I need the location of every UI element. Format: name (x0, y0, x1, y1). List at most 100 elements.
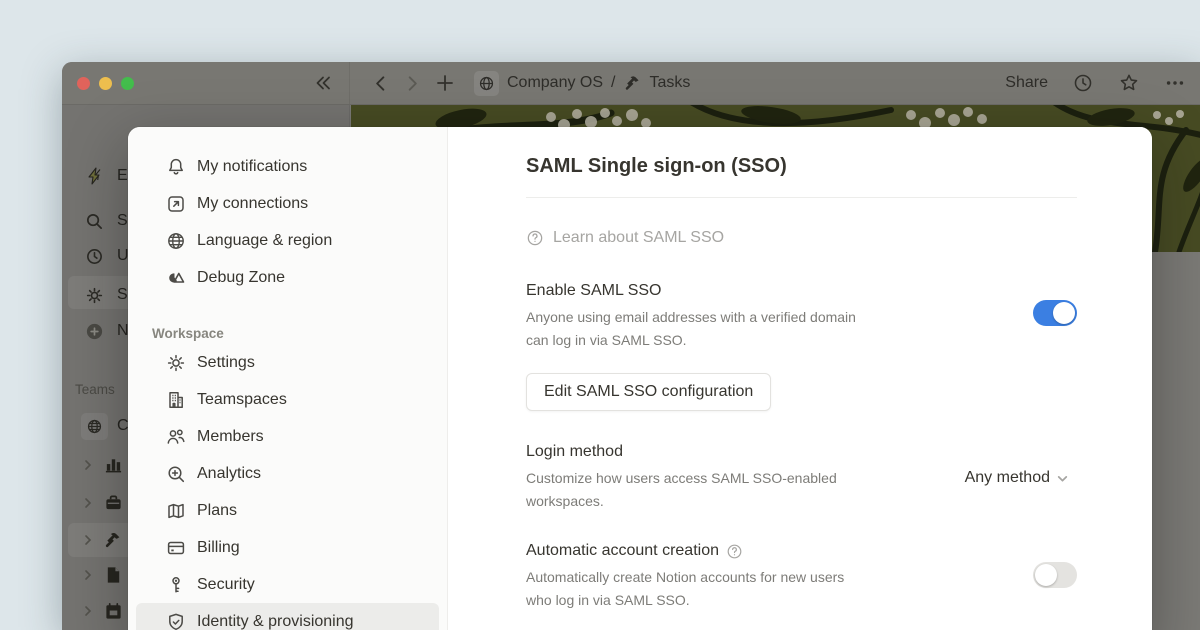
building-icon (166, 390, 186, 410)
nav-item-my-notifications[interactable]: My notifications (136, 148, 439, 185)
nav-item-analytics[interactable]: Analytics (136, 455, 439, 492)
back-icon[interactable] (371, 74, 390, 93)
titlebar: Company OS / Tasks Share (62, 62, 1200, 105)
shield-check-icon (166, 612, 186, 630)
settings-modal: My notifications My connections Language… (128, 127, 1152, 630)
chevron-right-icon[interactable] (82, 497, 94, 509)
help-circle-icon[interactable] (726, 543, 743, 560)
nav-item-language-region[interactable]: Language & region (136, 222, 439, 259)
history-clock-icon[interactable] (1072, 72, 1094, 94)
nav-item-label: Members (197, 428, 264, 446)
setting-label: Enable SAML SSO (526, 280, 871, 302)
chevron-down-icon (1056, 472, 1069, 485)
more-ellipsis-icon[interactable] (1164, 72, 1186, 94)
setting-label: Automatic account creation (526, 540, 871, 562)
globe-icon (81, 413, 108, 440)
minimize-window-button[interactable] (99, 77, 112, 90)
setting-enable-saml: Enable SAML SSO Anyone using email addre… (526, 280, 1077, 352)
close-window-button[interactable] (77, 77, 90, 90)
divider (526, 197, 1077, 198)
favorite-star-icon[interactable] (1118, 72, 1140, 94)
nav-item-label: Security (197, 576, 255, 594)
sidebar-collapse-icon[interactable] (313, 73, 333, 93)
nav-item-label: Plans (197, 502, 237, 520)
page-title: SAML Single sign-on (SSO) (526, 151, 1077, 181)
nav-item-my-connections[interactable]: My connections (136, 185, 439, 222)
nav-item-debug-zone[interactable]: Debug Zone (136, 259, 439, 296)
arrow-square-icon (166, 194, 186, 214)
nav-item-label: My connections (197, 195, 308, 213)
login-method-dropdown[interactable]: Any method (965, 469, 1069, 487)
debug-icon (166, 268, 186, 288)
sidebar-teams-header: Teams (75, 382, 115, 397)
learn-link-label[interactable]: Learn about SAML SSO (553, 229, 724, 247)
traffic-lights (77, 77, 134, 90)
nav-item-members[interactable]: Members (136, 418, 439, 455)
setting-description: Automatically create Notion accounts for… (526, 566, 856, 612)
workspace-globe-icon[interactable] (474, 71, 499, 96)
forward-icon[interactable] (403, 74, 422, 93)
sidebar-item-label: N (117, 322, 129, 340)
nav-item-label: Language & region (197, 232, 332, 250)
new-tab-icon[interactable] (435, 73, 455, 93)
toggle-knob (1035, 564, 1057, 586)
chevron-right-icon[interactable] (82, 534, 94, 546)
sidebar-workspace-label: E (117, 167, 128, 185)
breadcrumb: Company OS / Tasks (474, 71, 690, 96)
learn-about-saml-link[interactable]: Learn about SAML SSO (526, 226, 1077, 250)
nav-item-label: My notifications (197, 158, 307, 176)
chevron-right-icon[interactable] (82, 605, 94, 617)
zoom-window-button[interactable] (121, 77, 134, 90)
magnifier-plus-icon (166, 464, 186, 484)
nav-item-plans[interactable]: Plans (136, 492, 439, 529)
bar-chart-icon (104, 456, 123, 475)
settings-main-panel: SAML Single sign-on (SSO) Learn about SA… (448, 127, 1152, 630)
enable-saml-toggle[interactable] (1033, 300, 1077, 326)
hammer-icon (624, 74, 642, 92)
toggle-knob (1053, 302, 1075, 324)
bell-icon (166, 157, 186, 177)
clock-icon (85, 247, 104, 266)
nav-item-label: Teamspaces (197, 391, 287, 409)
plus-circle-icon (85, 322, 104, 341)
help-circle-icon (526, 229, 544, 247)
share-button[interactable]: Share (1005, 74, 1048, 92)
toolbar-right: Share (1005, 72, 1186, 94)
nav-item-billing[interactable]: Billing (136, 529, 439, 566)
nav-item-teamspaces[interactable]: Teamspaces (136, 381, 439, 418)
settings-nav: My notifications My connections Language… (128, 127, 448, 630)
sidebar-item-label: C (117, 417, 129, 435)
members-icon (166, 427, 186, 447)
setting-label: Login method (526, 441, 871, 463)
setting-login-method: Login method Customize how users access … (526, 441, 1077, 513)
nav-item-label: Identity & provisioning (197, 613, 354, 630)
chevron-right-icon[interactable] (82, 569, 94, 581)
nav-item-label: Billing (197, 539, 240, 557)
auto-account-toggle[interactable] (1033, 562, 1077, 588)
page-icon (104, 566, 123, 585)
nav-item-identity-provisioning[interactable]: Identity & provisioning (136, 603, 439, 630)
breadcrumb-page[interactable]: Tasks (650, 74, 691, 92)
nav-item-label: Debug Zone (197, 269, 285, 287)
map-icon (166, 501, 186, 521)
breadcrumb-separator: / (611, 74, 615, 92)
sidebar-item-label: U (117, 247, 129, 265)
hammer-icon (104, 531, 123, 550)
nav-item-settings[interactable]: Settings (136, 344, 439, 381)
lightning-icon (85, 166, 105, 186)
credit-card-icon (166, 538, 186, 558)
breadcrumb-workspace[interactable]: Company OS (507, 74, 603, 92)
briefcase-icon (104, 494, 123, 513)
chevron-right-icon[interactable] (82, 459, 94, 471)
gear-icon (166, 353, 186, 373)
nav-item-label: Analytics (197, 465, 261, 483)
sidebar-item-label: S (117, 286, 128, 304)
nav-workspace-header: Workspace (136, 322, 439, 344)
edit-saml-configuration-button[interactable]: Edit SAML SSO configuration (526, 373, 771, 411)
setting-label-text: Automatic account creation (526, 540, 719, 562)
browser-window: Company OS / Tasks Share (62, 62, 1200, 630)
nav-item-security[interactable]: Security (136, 566, 439, 603)
key-icon (166, 575, 186, 595)
nav-item-label: Settings (197, 354, 255, 372)
calendar-icon (104, 602, 123, 621)
